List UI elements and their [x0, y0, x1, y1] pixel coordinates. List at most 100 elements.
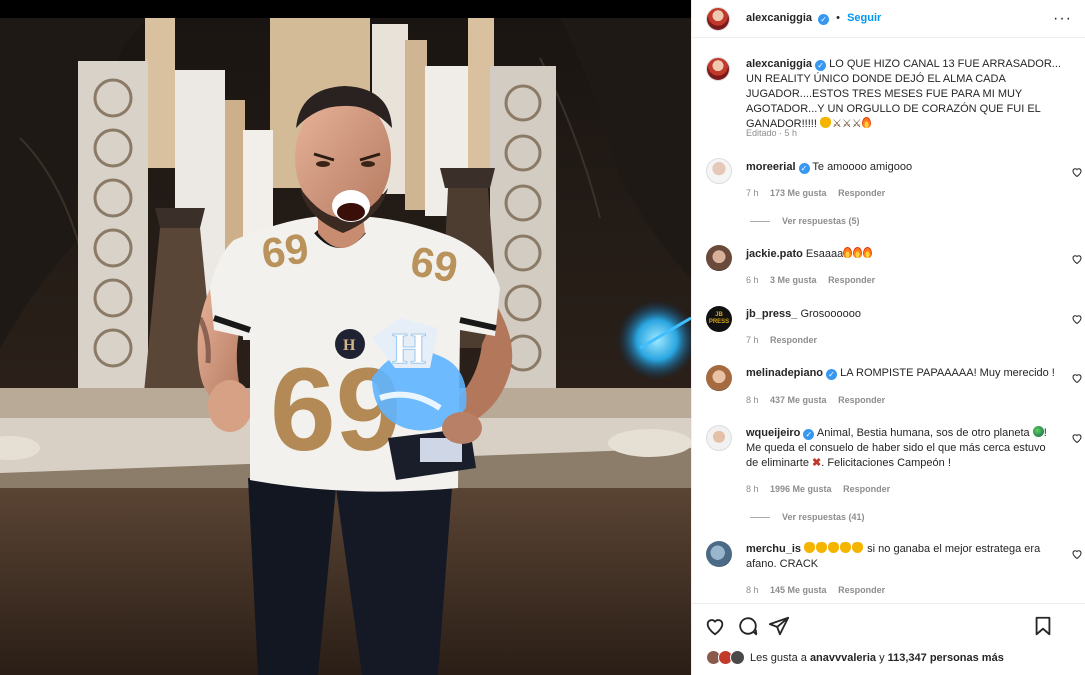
reply-button[interactable]: Responder — [828, 275, 875, 285]
comment-text: Te amoooo amigooo — [812, 161, 913, 173]
fire-emoji — [843, 247, 853, 258]
comment-time: 8 h — [746, 585, 759, 595]
likes-summary: Les gusta a anavvvaleria y 113,347 perso… — [750, 652, 1004, 664]
crossed-swords-emoji: ⚔⚔⚔ — [831, 118, 862, 130]
verified-icon: ✓ — [826, 369, 838, 380]
bookmark-icon[interactable] — [1032, 615, 1054, 637]
comment-time: 8 h — [746, 395, 759, 405]
comment-meta: 7 h Responder — [746, 335, 826, 345]
reply-button[interactable]: Responder — [838, 585, 885, 595]
clap-emojis — [804, 542, 864, 555]
comment-text: Grosoooooo — [800, 308, 861, 320]
view-replies-button[interactable]: Ver respuestas (41) — [750, 512, 865, 522]
jersey-shoulder-number-left: 69 — [259, 224, 312, 277]
more-options-icon[interactable]: ··· — [1053, 10, 1072, 28]
caption-emojis: ⚔⚔⚔ — [819, 117, 872, 130]
comment-username[interactable]: melinadepiano — [746, 367, 823, 379]
comment-avatar[interactable] — [706, 365, 732, 391]
comment-like-heart-icon[interactable] — [1071, 166, 1083, 178]
flexed-arm-emoji — [819, 117, 831, 128]
comment-text: LA ROMPISTE PAPAAAAA! Muy merecido ! — [840, 367, 1055, 379]
comment-avatar[interactable]: JB PRESS — [706, 306, 732, 332]
comment-avatar[interactable] — [706, 245, 732, 271]
caption-author-username[interactable]: alexcaniggia — [746, 58, 812, 70]
likes-count[interactable]: 113,347 personas más — [888, 652, 1004, 664]
reply-button[interactable]: Responder — [843, 484, 890, 494]
likes-middle: y — [879, 652, 885, 664]
comment-item: moreerial ✓ Te amoooo amigooo — [746, 160, 1056, 175]
post-photo-illustration: 69 69 69 H H — [0, 18, 691, 675]
comment-username[interactable]: merchu_is — [746, 543, 801, 555]
liker-avatar[interactable] — [730, 650, 745, 665]
comment-like-heart-icon[interactable] — [1071, 548, 1083, 560]
caption-meta: Editado · 5 h — [746, 128, 798, 138]
jersey-shoulder-number-right: 69 — [407, 237, 461, 291]
comment-avatar[interactable] — [706, 541, 732, 567]
comment-meta: 8 h 1996 Me gusta Responder — [746, 484, 899, 494]
replies-line — [750, 517, 770, 519]
comment-meta: 6 h 3 Me gusta Responder — [746, 275, 884, 285]
comment-item: merchu_is si no ganaba el mejor estrateg… — [746, 542, 1056, 572]
heart-icon[interactable] — [704, 615, 726, 637]
verified-icon: ✓ — [803, 429, 815, 440]
comment-item: jb_press_ Grosoooooo — [746, 307, 1056, 322]
clap-emoji — [816, 542, 828, 553]
comment-time: 8 h — [746, 484, 759, 494]
comment-username[interactable]: jb_press_ — [746, 308, 797, 320]
comment-like-heart-icon[interactable] — [1071, 432, 1083, 444]
comment-like-heart-icon[interactable] — [1071, 372, 1083, 384]
verified-icon: ✓ — [818, 14, 830, 25]
reply-button[interactable]: Responder — [838, 188, 885, 198]
comment-meta: 8 h 437 Me gusta Responder — [746, 395, 894, 405]
comment-avatar[interactable] — [706, 158, 732, 184]
comment-time: 6 h — [746, 275, 759, 285]
comment-item: jackie.pato Esaaaa — [746, 247, 1056, 262]
photo-top-bar — [0, 0, 691, 18]
post-side-panel: alexcaniggia ✓ • Seguir ··· alexcaniggia… — [691, 0, 1085, 675]
comment-username[interactable]: wqueijeiro — [746, 427, 800, 439]
replies-line — [750, 221, 770, 223]
comment-likes[interactable]: 145 Me gusta — [770, 585, 827, 595]
post-photo[interactable]: 69 69 69 H H — [0, 18, 691, 675]
comment-time: 7 h — [746, 335, 759, 345]
author-avatar[interactable] — [706, 7, 730, 31]
clap-emoji — [852, 542, 864, 553]
separator-dot: • — [836, 12, 841, 24]
fire-emoji — [863, 247, 873, 258]
author-username[interactable]: alexcaniggia — [746, 12, 812, 24]
comment-avatar[interactable] — [706, 425, 732, 451]
comment-username[interactable]: moreerial — [746, 161, 796, 173]
view-replies-label[interactable]: Ver respuestas (5) — [782, 216, 860, 226]
comment-like-heart-icon[interactable] — [1071, 253, 1083, 265]
clap-emoji — [804, 542, 816, 553]
comment-text-part-3: . Felicitaciones Campeón ! — [821, 457, 951, 469]
share-icon[interactable] — [768, 615, 790, 637]
comment-item: melinadepiano ✓ LA ROMPISTE PAPAAAAA! Muy… — [746, 366, 1056, 381]
caption-author-avatar[interactable] — [706, 57, 730, 81]
view-replies-button[interactable]: Ver respuestas (5) — [750, 216, 860, 226]
jersey-badge-letter: H — [343, 337, 356, 354]
post-actions-bar: Les gusta a anavvvaleria y 113,347 perso… — [692, 603, 1085, 675]
fire-emoji — [853, 247, 863, 258]
comment-likes[interactable]: 437 Me gusta — [770, 395, 827, 405]
comment-icon[interactable] — [737, 615, 759, 637]
comment-username[interactable]: jackie.pato — [746, 248, 803, 260]
avatar-initials: JB PRESS — [708, 312, 730, 325]
cross-mark-emoji: ✖ — [812, 457, 822, 469]
follow-button[interactable]: Seguir — [847, 12, 881, 24]
reply-button[interactable]: Responder — [770, 335, 817, 345]
fire-emoji — [861, 117, 871, 128]
verified-icon: ✓ — [798, 163, 810, 174]
comment-like-heart-icon[interactable] — [1071, 313, 1083, 325]
comment-likes[interactable]: 3 Me gusta — [770, 275, 817, 285]
comment-item: wqueijeiro ✓ Animal, Bestia humana, sos d… — [746, 426, 1056, 471]
trophy-letter: H — [392, 324, 426, 373]
reply-button[interactable]: Responder — [838, 395, 885, 405]
view-replies-label[interactable]: Ver respuestas (41) — [782, 512, 865, 522]
likes-prefix: Les gusta a — [750, 652, 807, 664]
comment-likes[interactable]: 173 Me gusta — [770, 188, 827, 198]
verified-icon: ✓ — [815, 60, 827, 71]
comment-meta: 8 h 145 Me gusta Responder — [746, 585, 894, 595]
likes-user[interactable]: anavvvaleria — [810, 652, 876, 664]
comment-likes[interactable]: 1996 Me gusta — [770, 484, 832, 494]
